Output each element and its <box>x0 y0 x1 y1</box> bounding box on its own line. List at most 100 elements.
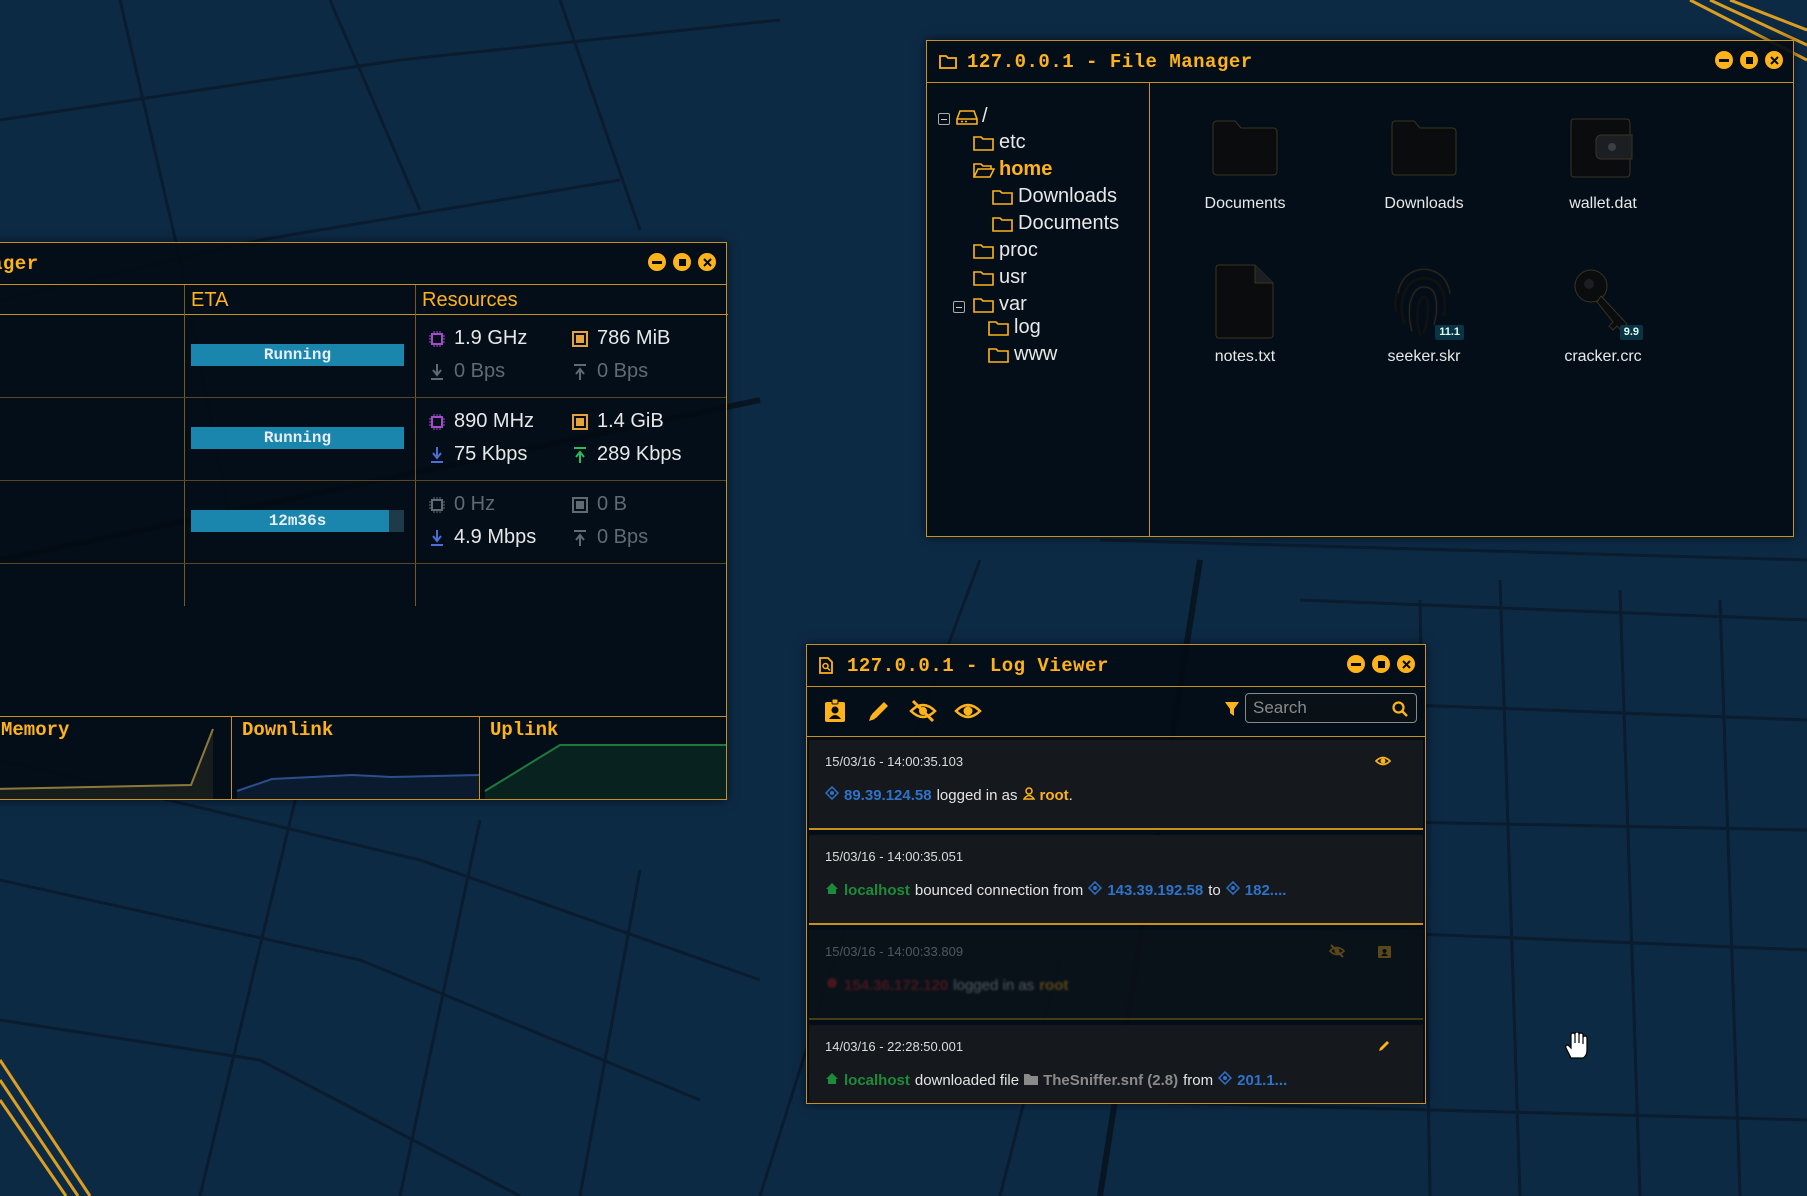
directory-tree: / etc home Downloads Documents proc usr … <box>927 83 1150 536</box>
download-icon <box>428 446 446 464</box>
log-host[interactable]: localhost <box>844 882 910 899</box>
collapse-toggle[interactable] <box>953 301 965 313</box>
log-ip[interactable]: 201.1... <box>1237 1072 1287 1089</box>
file-manager-titlebar[interactable]: 127.0.0.1 - File Manager <box>927 41 1793 83</box>
folder-icon <box>988 346 1010 364</box>
cpu-icon <box>428 413 446 431</box>
log-host[interactable]: localhost <box>844 1072 910 1089</box>
upload-icon <box>571 529 589 547</box>
tree-item-log[interactable]: log <box>988 316 1041 339</box>
process-row[interactable]: Running 1.9 GHz 786 MiB 0 Bps 0 Bps <box>0 316 726 398</box>
user-badge-icon[interactable] <box>821 697 849 725</box>
tree-item-www[interactable]: www <box>988 343 1057 366</box>
ip-icon <box>1088 880 1103 899</box>
tree-item-home[interactable]: home <box>973 158 1052 181</box>
home-icon <box>825 1072 839 1089</box>
tree-item-proc[interactable]: proc <box>973 239 1038 262</box>
file-item[interactable]: Downloads <box>1354 107 1494 213</box>
ip-icon <box>1225 880 1240 899</box>
eye-slash-icon[interactable] <box>909 697 937 725</box>
window-title: ager <box>0 252 39 275</box>
file-name: seeker.skr <box>1387 348 1461 365</box>
column-header-resources[interactable]: Resources <box>422 285 722 315</box>
tree-item-label: Documents <box>1018 212 1120 234</box>
tree-item-root[interactable]: / <box>956 105 988 128</box>
log-entry-hidden[interactable]: 15/03/16 - 14:00:33.809 154.36.172.120 l… <box>809 930 1423 1020</box>
tree-item-label: var <box>999 293 1027 315</box>
log-text: to <box>1208 881 1221 899</box>
pencil-icon[interactable] <box>1377 1039 1391 1058</box>
column-header-eta[interactable]: ETA <box>191 285 411 315</box>
log-user[interactable]: root <box>1039 977 1068 994</box>
file-item[interactable]: Documents <box>1175 107 1315 213</box>
close-icon[interactable] <box>698 253 716 271</box>
minimize-icon[interactable] <box>648 253 666 271</box>
close-icon[interactable] <box>1765 51 1783 69</box>
tree-item-etc[interactable]: etc <box>973 131 1026 154</box>
fingerprint-icon: 11.1 <box>1354 260 1494 342</box>
minimize-icon[interactable] <box>1347 655 1365 673</box>
eye-slash-icon[interactable] <box>1328 944 1346 963</box>
log-viewer-titlebar[interactable]: 127.0.0.1 - Log Viewer <box>807 645 1425 687</box>
log-ip[interactable]: 182.... <box>1245 882 1287 899</box>
log-text: logged in as <box>953 976 1035 994</box>
log-file-icon <box>819 656 839 676</box>
log-user[interactable]: root <box>1040 787 1069 804</box>
window-title: 127.0.0.1 - Log Viewer <box>847 654 1109 677</box>
process-manager-titlebar[interactable]: ager <box>0 243 726 285</box>
tree-item-label: proc <box>999 239 1038 261</box>
downlink-value: 75 Kbps <box>454 443 528 465</box>
pencil-icon[interactable] <box>865 697 893 725</box>
hand-cursor-icon <box>1563 1031 1589 1065</box>
tree-item-label: home <box>999 158 1053 180</box>
eye-icon[interactable] <box>1374 754 1392 772</box>
cpu-value: 890 MHz <box>454 410 535 432</box>
process-row[interactable]: 12m36s 0 Hz 0 B 4.9 Mbps 0 Bps <box>0 482 726 564</box>
user-icon <box>1022 786 1035 804</box>
file-item[interactable]: 11.1 seeker.skr <box>1354 260 1494 366</box>
user-badge-icon[interactable] <box>1378 944 1391 963</box>
log-ip[interactable]: 89.39.124.58 <box>844 787 932 804</box>
tree-item-documents[interactable]: Documents <box>992 212 1119 235</box>
version-badge: 11.1 <box>1435 325 1464 340</box>
file-item[interactable]: 9.9 cracker.crc <box>1533 260 1673 366</box>
tree-item-downloads[interactable]: Downloads <box>992 185 1117 208</box>
log-message: 89.39.124.58 logged in as root . <box>824 785 1073 804</box>
folder-icon <box>939 52 959 72</box>
downlink-graph: Downlink <box>232 717 480 799</box>
maximize-icon[interactable] <box>1372 655 1390 673</box>
log-entry[interactable]: 15/03/16 - 14:00:35.103 89.39.124.58 log… <box>809 740 1423 830</box>
tree-item-label: usr <box>999 266 1027 288</box>
cpu-value: 1.9 GHz <box>454 327 528 349</box>
log-timestamp: 15/03/16 - 14:00:35.103 <box>825 754 964 769</box>
log-viewer-window: 127.0.0.1 - Log Viewer 15/03/16 - 14:00:… <box>806 644 1426 1104</box>
collapse-toggle[interactable] <box>938 113 950 125</box>
uplink-graph: Uplink <box>480 717 726 799</box>
process-row[interactable]: Running 890 MHz 1.4 GiB 75 Kbps 289 Kbps <box>0 399 726 481</box>
log-entry[interactable]: 15/03/16 - 14:00:35.051 localhost bounce… <box>809 835 1423 925</box>
maximize-icon[interactable] <box>673 253 691 271</box>
minimize-icon[interactable] <box>1715 51 1733 69</box>
filter-icon[interactable] <box>1218 695 1246 723</box>
search-input[interactable] <box>1253 697 1383 719</box>
upload-icon <box>571 446 589 464</box>
tree-item-var[interactable]: var <box>973 293 1027 316</box>
log-ip[interactable]: 143.39.192.58 <box>1107 882 1203 899</box>
log-text: logged in as <box>936 786 1018 804</box>
cpu-icon <box>428 496 446 514</box>
ip-icon <box>824 785 840 804</box>
file-item[interactable]: notes.txt <box>1175 260 1315 366</box>
uplink-value: 0 Bps <box>597 526 649 548</box>
downlink-value: 0 Bps <box>454 360 506 382</box>
log-file[interactable]: TheSniffer.snf (2.8) <box>1043 1072 1178 1089</box>
status-label: 12m36s <box>268 512 327 530</box>
maximize-icon[interactable] <box>1740 51 1758 69</box>
tree-item-usr[interactable]: usr <box>973 266 1027 289</box>
log-entry[interactable]: 14/03/16 - 22:28:50.001 localhost downlo… <box>809 1025 1423 1103</box>
file-item[interactable]: wallet.dat <box>1533 107 1673 213</box>
log-ip[interactable]: 154.36.172.120 <box>844 977 948 994</box>
close-icon[interactable] <box>1397 655 1415 673</box>
eye-icon[interactable] <box>954 697 982 725</box>
search-icon[interactable] <box>1392 701 1408 722</box>
downlink-value: 4.9 Mbps <box>454 526 537 548</box>
